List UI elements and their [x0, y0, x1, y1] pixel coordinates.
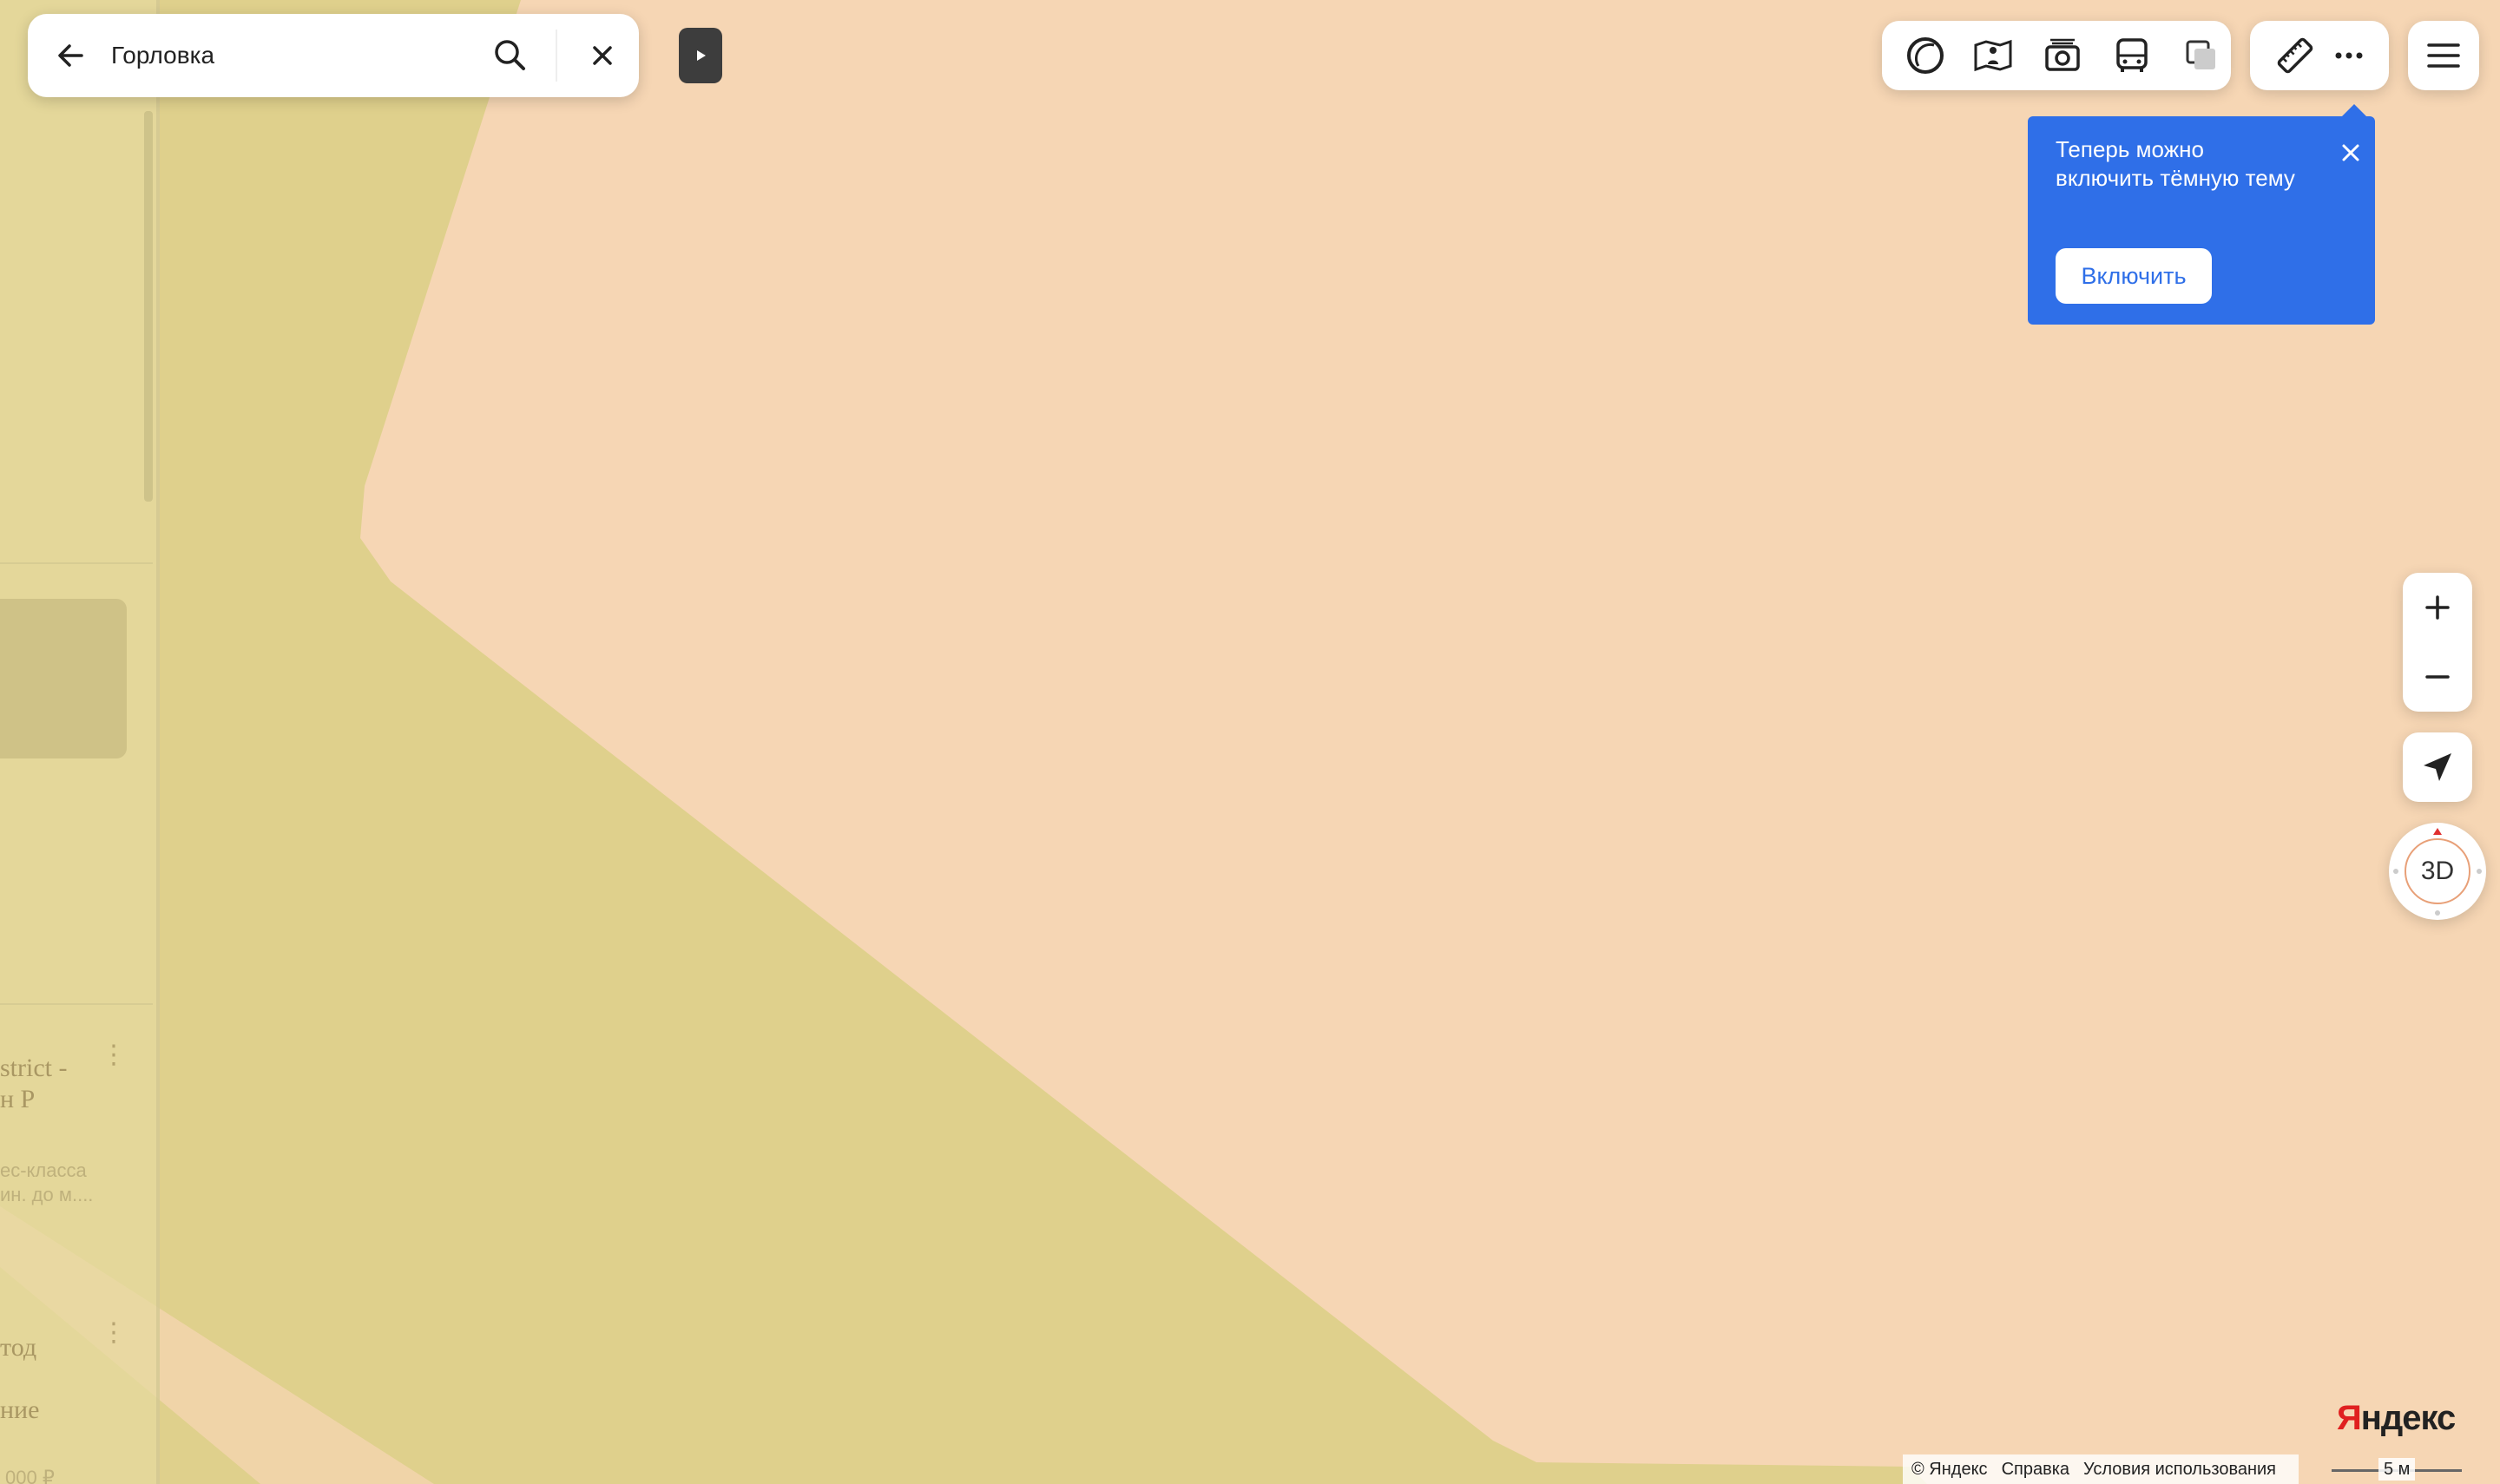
- compass-3d-control[interactable]: 3D: [2389, 823, 2486, 920]
- 3d-toggle-label[interactable]: 3D: [2389, 823, 2486, 920]
- zoom-in-button[interactable]: [2403, 573, 2472, 642]
- photo-camera-icon[interactable]: [2038, 31, 2087, 80]
- scale-label: 5 м: [2378, 1458, 2416, 1481]
- more-options-icon[interactable]: ⋮: [101, 1320, 127, 1346]
- minus-icon: [2425, 675, 2450, 679]
- more-options-icon[interactable]: [2325, 31, 2373, 80]
- panel-divider: [0, 562, 153, 564]
- alice-icon[interactable]: [1901, 31, 1950, 80]
- my-location-button[interactable]: [2403, 732, 2472, 802]
- search-box[interactable]: Горловка: [28, 14, 639, 97]
- help-link[interactable]: Справка: [2002, 1460, 2069, 1479]
- enable-dark-theme-button[interactable]: Включить: [2056, 248, 2212, 304]
- result-description-line2: ин. до м....: [0, 1184, 94, 1205]
- result-title-line1[interactable]: strict -: [0, 1054, 67, 1083]
- logo-first-letter: Я: [2337, 1399, 2362, 1437]
- map-tools-toolbar[interactable]: [2250, 21, 2389, 90]
- location-arrow-icon: [2424, 753, 2451, 781]
- plus-icon: [2425, 595, 2450, 620]
- result-item-label[interactable]: тод: [0, 1333, 36, 1363]
- tooltip-message: Теперь можно включить тёмную тему: [2056, 136, 2295, 191]
- more-options-icon[interactable]: ⋮: [101, 1042, 127, 1068]
- ruler-icon[interactable]: [2271, 31, 2319, 80]
- main-menu-button[interactable]: [2408, 21, 2479, 90]
- map-layers-toolbar[interactable]: [1882, 21, 2231, 90]
- search-results-panel[interactable]: strict - н Р ⋮ ес-класса ин. до м.... то…: [0, 0, 160, 1484]
- search-icon[interactable]: [488, 33, 533, 78]
- panel-divider: [0, 1003, 153, 1005]
- close-icon[interactable]: [2333, 135, 2368, 170]
- zoom-out-button[interactable]: [2403, 642, 2472, 712]
- zoom-control[interactable]: [2403, 573, 2472, 712]
- search-input[interactable]: Горловка: [111, 36, 214, 75]
- hamburger-menu-icon: [2427, 43, 2460, 68]
- close-icon[interactable]: [580, 33, 625, 78]
- result-item-label[interactable]: ние: [0, 1395, 39, 1425]
- map-layers-icon[interactable]: [2177, 31, 2226, 80]
- back-arrow-icon[interactable]: [49, 33, 94, 78]
- search-divider: [556, 30, 557, 82]
- yandex-logo[interactable]: Яндекс: [2337, 1399, 2457, 1438]
- result-description-line1: ес-класса: [0, 1159, 87, 1181]
- transport-bus-icon[interactable]: [2108, 31, 2156, 80]
- map-scale: 5 м: [2332, 1454, 2462, 1484]
- dark-theme-tooltip: Теперь можно включить тёмную тему Включи…: [2028, 104, 2375, 325]
- expand-panel-button[interactable]: [679, 28, 722, 83]
- result-item-price: 000 ₽: [5, 1467, 55, 1484]
- copyright-link[interactable]: © Яндекс: [1911, 1460, 1988, 1479]
- terms-link[interactable]: Условия использования: [2083, 1460, 2276, 1479]
- result-photo[interactable]: [0, 599, 127, 758]
- logo-rest: ндекс: [2360, 1399, 2457, 1437]
- panel-scrollbar[interactable]: [144, 111, 153, 502]
- result-title-line2[interactable]: н Р: [0, 1085, 35, 1114]
- play-arrow-icon: [697, 50, 706, 61]
- panorama-people-icon[interactable]: [1969, 31, 2017, 80]
- map-footer: © Яндекс Справка Условия использования: [1903, 1454, 2299, 1484]
